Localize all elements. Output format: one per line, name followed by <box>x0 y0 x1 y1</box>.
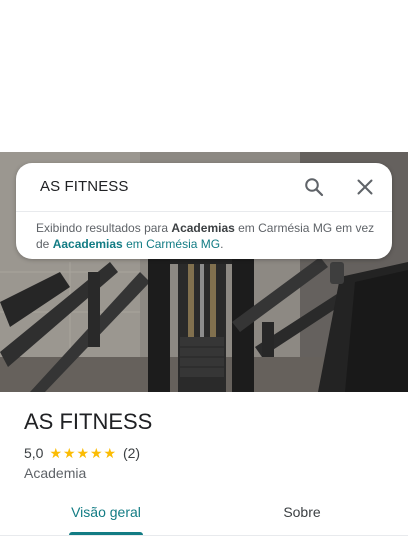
search-divider <box>16 211 392 212</box>
map-blank-area <box>0 0 408 152</box>
review-count[interactable]: (2) <box>123 445 140 461</box>
search-card: AS FITNESS Exibindo resultados para Acad… <box>16 163 392 259</box>
place-title: AS FITNESS <box>24 409 153 434</box>
search-input[interactable]: AS FITNESS <box>40 178 129 195</box>
star-icon: ★ <box>62 445 76 461</box>
spelling-notice: Exibindo resultados para Academias em Ca… <box>36 220 376 252</box>
original-query-link[interactable]: Aacademias em Carmésia MG <box>53 237 220 251</box>
rating-value: 5,0 <box>24 445 44 461</box>
star-icon: ★ <box>76 445 90 461</box>
star-icon: ★ <box>49 445 63 461</box>
notice-suffix: . <box>220 237 224 251</box>
star-icon: ★ <box>103 445 117 461</box>
original-location[interactable]: em Carmésia MG <box>123 237 220 251</box>
corrected-term: Academias <box>171 221 235 235</box>
notice-prefix: Exibindo resultados para <box>36 221 172 235</box>
star-icon: ★ <box>89 445 103 461</box>
tabs-divider <box>0 535 408 536</box>
rating-stars: ★ ★ ★ ★ ★ <box>49 446 117 460</box>
rating-row[interactable]: 5,0 ★ ★ ★ ★ ★ (2) <box>24 444 140 462</box>
search-icon[interactable] <box>302 175 326 199</box>
close-icon[interactable] <box>353 175 377 199</box>
tab-about[interactable]: Sobre <box>262 504 342 536</box>
place-category: Academia <box>24 465 87 481</box>
original-term[interactable]: Aacademias <box>53 237 123 251</box>
search-bar[interactable]: AS FITNESS <box>16 163 392 211</box>
